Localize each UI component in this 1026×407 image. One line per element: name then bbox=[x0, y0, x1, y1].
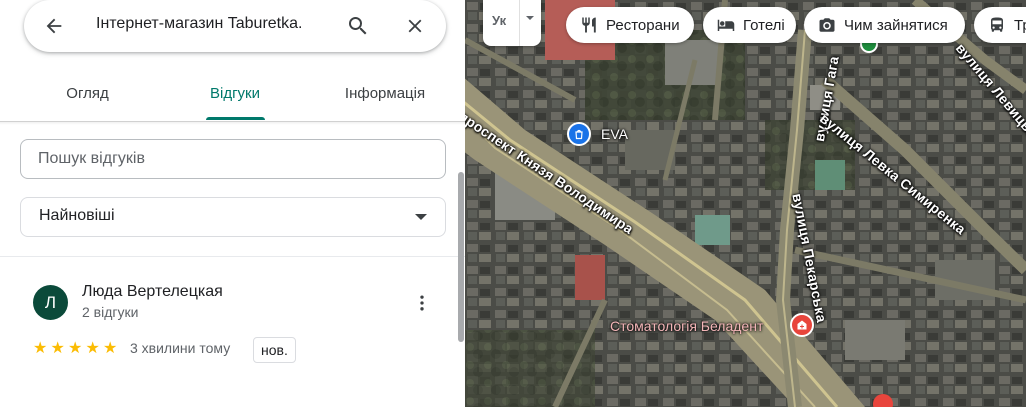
layer-label: Ук bbox=[492, 13, 507, 28]
camera-icon bbox=[816, 14, 838, 36]
chip-restaurants[interactable]: Ресторани bbox=[566, 7, 694, 43]
chip-things-to-do[interactable]: Чим зайнятися bbox=[804, 7, 965, 43]
reviewer-avatar[interactable]: Л bbox=[33, 285, 68, 320]
place-side-panel: Інтернет-магазин Taburetka. Огляд Відгук… bbox=[0, 0, 465, 407]
map-layer-button[interactable]: Ук bbox=[483, 0, 541, 46]
more-vert-icon bbox=[420, 295, 424, 311]
star-icon: ★ bbox=[103, 340, 118, 357]
tab-reviews[interactable]: Відгуки bbox=[190, 66, 280, 121]
chip-label: Ресторани bbox=[606, 16, 680, 34]
arrow-back-icon bbox=[46, 18, 62, 34]
divider bbox=[0, 256, 465, 257]
chevron-down-icon[interactable] bbox=[526, 16, 534, 20]
new-review-badge: нов. bbox=[253, 337, 296, 363]
back-button[interactable] bbox=[38, 10, 70, 42]
dropdown-arrow-icon bbox=[415, 214, 427, 220]
place-label: Стоматологія Беладент bbox=[610, 318, 764, 334]
review-sort-dropdown[interactable]: Найновіші bbox=[20, 197, 446, 237]
review-rating-stars: ★ ★ ★ ★ ★ bbox=[33, 339, 121, 358]
chip-transit[interactable]: Тра bbox=[974, 7, 1026, 43]
shopping-bag-icon bbox=[567, 122, 591, 146]
tab-information[interactable]: Інформація bbox=[330, 66, 440, 121]
tab-overview[interactable]: Огляд bbox=[40, 66, 135, 121]
search-query-text[interactable]: Інтернет-магазин Taburetka. bbox=[96, 15, 302, 33]
search-box[interactable]: Інтернет-магазин Taburetka. bbox=[24, 0, 446, 52]
review-search-input[interactable] bbox=[21, 140, 445, 178]
tabs-shadow bbox=[0, 121, 465, 125]
active-tab-indicator bbox=[206, 117, 265, 120]
review-more-options-button[interactable] bbox=[410, 291, 434, 315]
review-search-field[interactable] bbox=[20, 139, 446, 179]
place-tabs: Огляд Відгуки Інформація bbox=[0, 66, 465, 122]
star-icon: ★ bbox=[68, 340, 83, 357]
clear-search-button[interactable] bbox=[399, 10, 431, 42]
place-label: EVA bbox=[601, 126, 628, 142]
bus-icon bbox=[986, 14, 1008, 36]
search-icon bbox=[349, 17, 367, 35]
sort-selected-value: Найновіші bbox=[39, 207, 115, 224]
reviewer-name[interactable]: Люда Вертелецкая bbox=[82, 283, 223, 301]
star-icon: ★ bbox=[50, 340, 65, 357]
chip-label: Готелі bbox=[743, 16, 785, 34]
fork-knife-icon bbox=[578, 14, 600, 36]
divider bbox=[519, 0, 520, 46]
bed-icon bbox=[715, 14, 737, 36]
star-icon: ★ bbox=[33, 340, 48, 357]
dental-clinic-icon bbox=[790, 313, 814, 337]
review-time: 3 хвилини тому bbox=[130, 340, 231, 356]
chip-label: Чим зайнятися bbox=[844, 16, 948, 34]
panel-scrollbar[interactable] bbox=[458, 172, 464, 342]
chip-hotels[interactable]: Готелі bbox=[703, 7, 796, 43]
chip-label: Тра bbox=[1014, 16, 1026, 34]
reviewer-review-count: 2 відгуки bbox=[82, 304, 139, 320]
search-button[interactable] bbox=[342, 10, 374, 42]
close-icon bbox=[408, 19, 422, 33]
satellite-map[interactable]: проспект Князя Володимира вулиця Гага ву… bbox=[465, 0, 1026, 407]
star-icon: ★ bbox=[85, 340, 100, 357]
